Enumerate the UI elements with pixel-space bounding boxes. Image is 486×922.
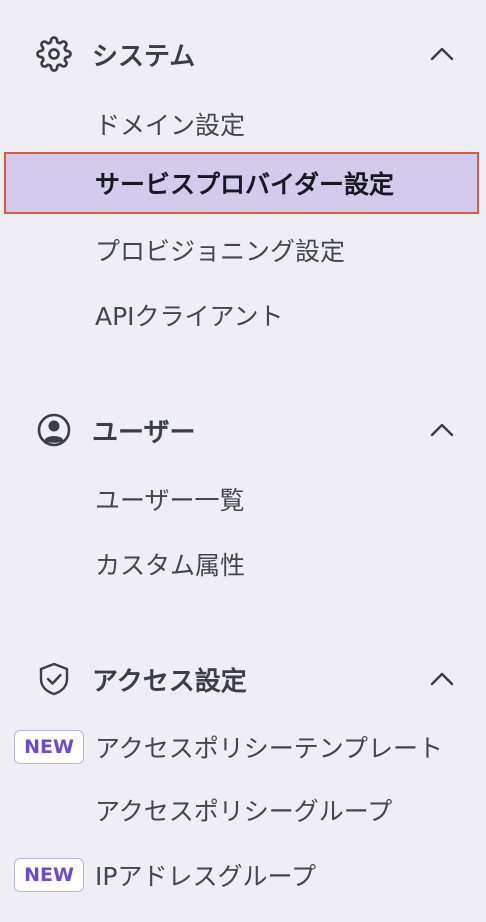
menu-item-label: アクセスポリシーテンプレート xyxy=(95,734,444,763)
chevron-up-icon[interactable] xyxy=(426,414,458,446)
menu-item-custom-attributes[interactable]: カスタム属性 xyxy=(0,537,486,591)
menu-item-label: APIクライアント xyxy=(95,302,284,331)
new-badge: NEW xyxy=(14,730,84,764)
chevron-up-icon[interactable] xyxy=(426,663,458,695)
menu-item-provisioning-settings[interactable]: プロビジョニング設定 xyxy=(0,223,486,277)
menu-item-access-policy-template[interactable]: NEW アクセスポリシーテンプレート xyxy=(0,720,486,774)
menu-item-label: アクセスポリシーグループ xyxy=(95,797,393,826)
section-title: システム xyxy=(92,41,196,72)
menu-item-label: カスタム属性 xyxy=(95,551,246,580)
section-header-users[interactable]: ユーザー xyxy=(0,406,486,454)
menu-item-domain-settings[interactable]: ドメイン設定 xyxy=(0,97,486,151)
menu-item-service-provider-settings[interactable]: サービスプロバイダー設定 xyxy=(4,152,479,214)
menu-item-label: ドメイン設定 xyxy=(95,111,246,140)
section-title: アクセス設定 xyxy=(92,666,247,697)
user-circle-icon xyxy=(36,412,72,448)
gear-icon xyxy=(36,36,72,72)
menu-item-label: サービスプロバイダー設定 xyxy=(95,170,395,199)
menu-item-label: プロビジョニング設定 xyxy=(95,237,346,266)
menu-item-access-policy-group[interactable]: アクセスポリシーグループ xyxy=(0,783,486,837)
menu-item-api-client[interactable]: APIクライアント xyxy=(0,288,486,342)
section-header-access-settings[interactable]: アクセス設定 xyxy=(0,655,486,703)
menu-item-ip-address-group[interactable]: NEW IPアドレスグループ xyxy=(0,848,486,902)
new-badge: NEW xyxy=(14,858,84,892)
shield-check-icon xyxy=(36,661,72,697)
section-header-system[interactable]: システム xyxy=(0,30,486,78)
chevron-up-icon[interactable] xyxy=(426,38,458,70)
section-title: ユーザー xyxy=(92,417,196,448)
menu-item-label: ユーザー一覧 xyxy=(95,486,245,515)
menu-item-label: IPアドレスグループ xyxy=(95,862,316,891)
menu-item-user-list[interactable]: ユーザー一覧 xyxy=(0,472,486,526)
